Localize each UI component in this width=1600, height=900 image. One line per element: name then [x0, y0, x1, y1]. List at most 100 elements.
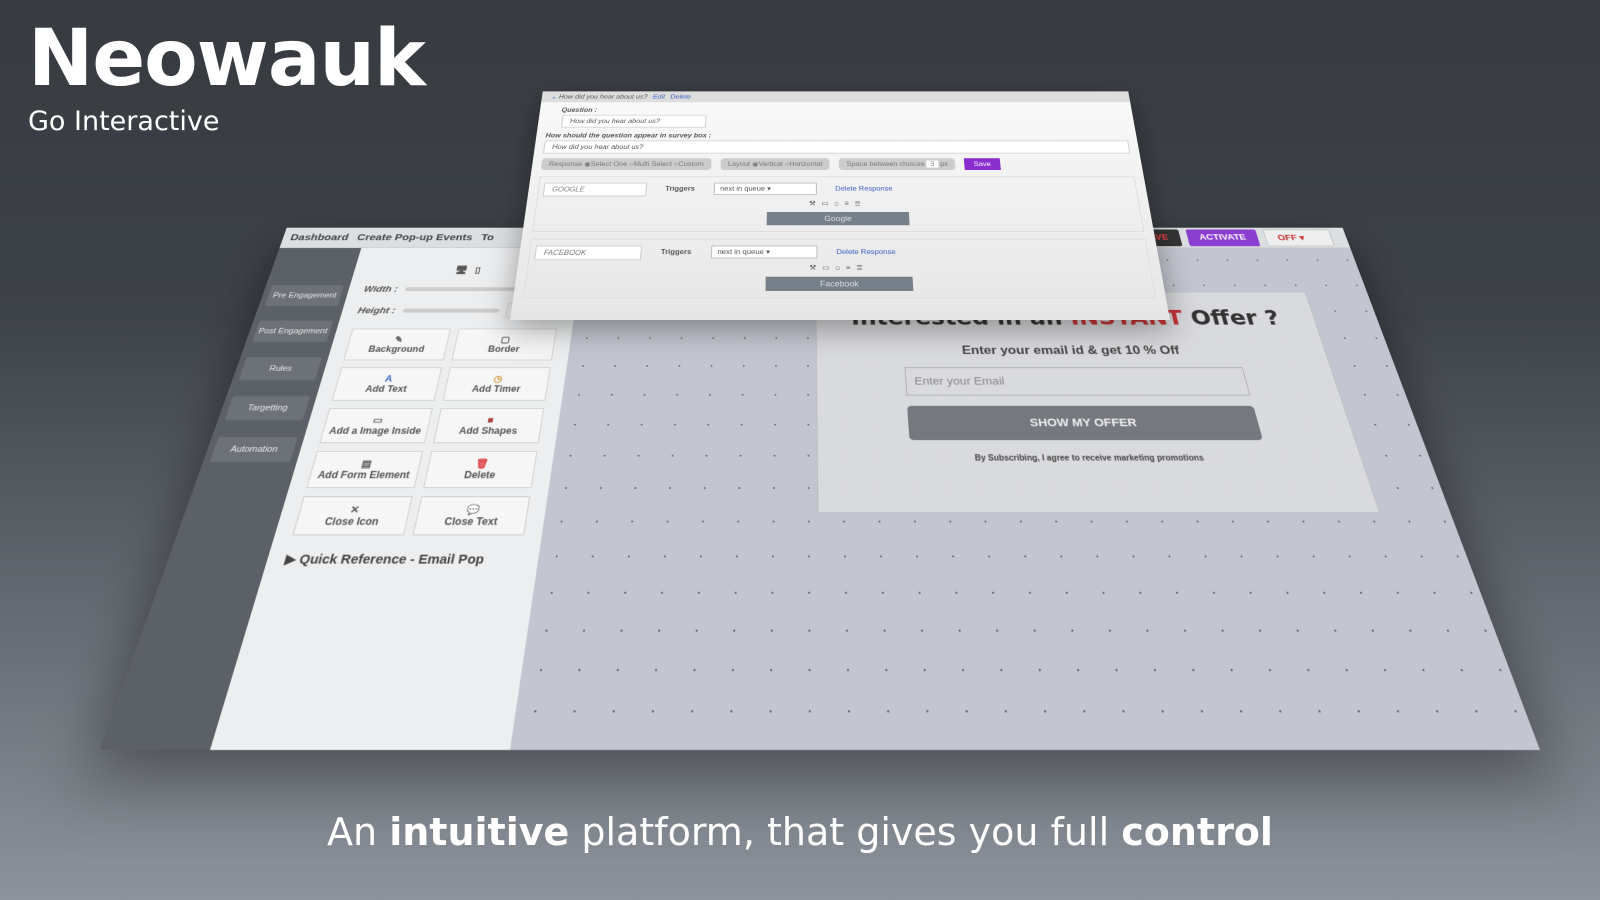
add-image-button[interactable]: ▭ Add a Image Inside: [319, 408, 433, 444]
survey-save-button[interactable]: Save: [964, 158, 1001, 170]
quick-reference-label: Quick Reference - Email Pop: [297, 552, 486, 568]
popup-subtitle: Enter your email id & get 10 % Off: [961, 343, 1181, 357]
response-button-facebook[interactable]: Facebook: [765, 276, 914, 291]
chevron-down-icon[interactable]: ⌄: [550, 94, 557, 101]
tagline-mid: platform, that gives you full: [569, 810, 1122, 854]
image-icon: ▭: [371, 414, 385, 426]
tagline-bold-2: control: [1121, 810, 1273, 854]
label: Close Icon: [323, 515, 380, 528]
height-label: Height :: [356, 305, 397, 316]
nav-more[interactable]: To: [480, 232, 495, 242]
response-google: GOOGLE Triggers next in queue ▾ Delete Resp…: [532, 176, 1145, 232]
format-toolbar[interactable]: ⚒▭⌂≡≣: [533, 264, 1146, 272]
spacing-unit: px: [939, 160, 949, 168]
close-icon: ✕: [348, 503, 361, 516]
sidebar-item-pre-engagement[interactable]: Pre Engagement: [264, 285, 344, 306]
add-timer-button[interactable]: ◷ Add Timer: [442, 367, 551, 401]
quick-reference-link[interactable]: ▶ Quick Reference - Email Pop: [283, 551, 521, 567]
question-header: ⌄ How did you hear about us? Edit Delete: [541, 91, 1131, 103]
radio-horizontal[interactable]: Horizontal: [789, 161, 822, 168]
delete-response-link[interactable]: Delete Response: [836, 248, 896, 256]
brand-title: Neowauk: [28, 14, 426, 104]
response-label: Response: [548, 160, 583, 168]
trigger-select[interactable]: next in queue ▾: [713, 182, 817, 195]
comment-icon: 💬: [465, 503, 481, 516]
response-button-google[interactable]: Google: [766, 211, 910, 226]
label: Add Text: [364, 383, 408, 395]
sidebar-item-automation[interactable]: Automation: [209, 436, 298, 463]
text-icon: A: [383, 373, 394, 384]
sidebar-item-targetting[interactable]: Targetting: [224, 396, 311, 421]
nav-dashboard[interactable]: Dashboard: [289, 232, 350, 242]
radio-custom[interactable]: Custom: [678, 161, 704, 168]
response-type-group[interactable]: Response ◉Select One ○Multi Select ○Cust…: [540, 158, 712, 170]
border-button[interactable]: ▢ Border: [451, 328, 557, 361]
email-input[interactable]: Enter your Email: [904, 367, 1251, 396]
delete-link[interactable]: Delete: [670, 94, 691, 101]
label: Add Shapes: [458, 425, 519, 437]
label: Background: [367, 344, 426, 354]
popup-canvas: Interested in an INSTANT Offer ? Enter y…: [510, 248, 1540, 750]
tagline-pre: An: [327, 810, 390, 854]
tagline: An intuitive platform, that gives you fu…: [0, 810, 1600, 854]
edit-link[interactable]: Edit: [653, 94, 666, 101]
trigger-value: next in queue: [719, 185, 766, 193]
label: Close Text: [443, 515, 499, 528]
shape-icon: ■: [486, 414, 495, 426]
delete-response-link[interactable]: Delete Response: [835, 185, 893, 192]
title-post: Offer ?: [1180, 306, 1283, 330]
response-facebook: FACEBOOK Triggers next in queue ▾ Delete Re…: [523, 238, 1157, 299]
square-icon: ▢: [500, 334, 511, 345]
nav-create-popup-events[interactable]: Create Pop-up Events: [356, 232, 474, 242]
radio-select-one[interactable]: Select One: [590, 161, 627, 168]
appear-input[interactable]: How did you hear about us?: [543, 140, 1131, 154]
email-popup-preview[interactable]: Interested in an INSTANT Offer ? Enter y…: [815, 291, 1381, 514]
add-form-element-button[interactable]: ▤ Add Form Element: [306, 451, 423, 489]
activate-button[interactable]: ACTIVATE: [1185, 229, 1261, 246]
clock-icon: ◷: [492, 373, 504, 384]
response-name-input[interactable]: FACEBOOK: [534, 245, 643, 261]
close-text-button[interactable]: 💬 Close Text: [412, 496, 531, 536]
sidebar-item-post-engagement[interactable]: Post Engagement: [252, 320, 334, 343]
label: Add Timer: [471, 383, 522, 395]
trigger-select[interactable]: next in queue ▾: [710, 245, 818, 259]
width-label: Width :: [362, 284, 400, 294]
appear-label: How should the question appear in survey…: [545, 132, 712, 139]
radio-multi-select[interactable]: Multi Select: [633, 161, 672, 168]
height-slider[interactable]: [402, 308, 500, 313]
add-text-button[interactable]: A Add Text: [331, 367, 442, 401]
layout-group[interactable]: Layout ◉Vertical ○Horizontal: [720, 158, 831, 170]
label: Delete: [463, 469, 497, 481]
show-offer-button[interactable]: SHOW MY OFFER: [907, 405, 1263, 441]
mobile-icon[interactable]: ▯: [474, 265, 481, 275]
status-value: OFF: [1276, 232, 1299, 242]
add-shapes-button[interactable]: ■ Add Shapes: [433, 408, 545, 444]
video-icon: ▶: [283, 552, 299, 568]
sidebar-item-rules[interactable]: Rules: [238, 357, 322, 381]
label: Add Form Element: [316, 469, 411, 481]
trash-icon: 🗑: [474, 458, 490, 470]
background-button[interactable]: ✎ Background: [343, 328, 451, 361]
question-title: How did you hear about us?: [558, 93, 648, 101]
close-icon-button[interactable]: ✕ Close Icon: [292, 496, 413, 536]
brand-subtitle: Go Interactive: [28, 106, 220, 137]
survey-question-panel: ⌄ How did you hear about us? Edit Delete Q…: [510, 91, 1170, 321]
form-icon: ▤: [360, 458, 373, 470]
question-label: Question :: [561, 106, 598, 114]
spacing-label: Space between choices: [846, 160, 925, 168]
brand: Neowauk Go Interactive: [28, 14, 426, 137]
layout-label: Layout: [727, 160, 751, 168]
format-toolbar[interactable]: ⚒▭⌂≡≣: [541, 200, 1134, 207]
desktop-icon[interactable]: 🖥: [454, 265, 469, 275]
status-dropdown[interactable]: OFF ▾: [1262, 229, 1335, 246]
trigger-value: next in queue: [717, 248, 764, 256]
spacing-input[interactable]: 3: [926, 160, 939, 168]
response-name-input[interactable]: GOOGLE: [542, 182, 648, 197]
question-input[interactable]: How did you hear about us?: [561, 114, 707, 128]
radio-vertical[interactable]: Vertical: [758, 161, 782, 168]
triggers-label: Triggers: [660, 248, 692, 256]
label: Add a Image Inside: [327, 425, 423, 437]
brush-icon: ✎: [393, 334, 405, 345]
delete-button[interactable]: 🗑 Delete: [423, 451, 538, 489]
terms-text: By Subscribing, I agree to receive marke…: [974, 454, 1205, 463]
